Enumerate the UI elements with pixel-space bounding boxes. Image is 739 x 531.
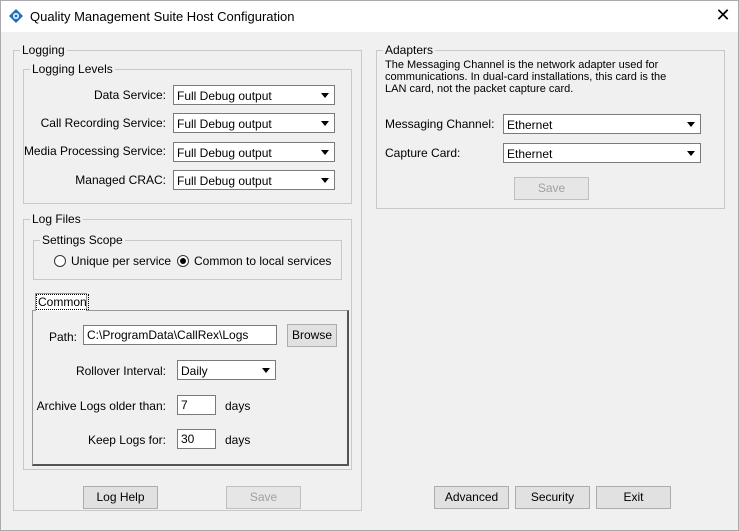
data-service-value: Full Debug output (177, 89, 272, 103)
log-files-label: Log Files (30, 212, 83, 226)
tab-common[interactable]: Common (35, 293, 89, 311)
chevron-down-icon[interactable] (316, 143, 334, 161)
capture-card-select[interactable]: Ethernet (503, 143, 701, 163)
unique-per-service-radio[interactable] (54, 255, 66, 267)
call-recording-value: Full Debug output (177, 117, 272, 131)
chevron-down-icon[interactable] (316, 86, 334, 104)
browse-button[interactable]: Browse (287, 324, 337, 347)
call-recording-label: Call Recording Service: (40, 116, 166, 130)
keep-logs-input[interactable]: 30 (177, 429, 216, 449)
keep-days-label: days (225, 433, 251, 447)
chevron-down-icon[interactable] (682, 144, 700, 162)
archive-days-label: days (225, 399, 251, 413)
chevron-down-icon[interactable] (257, 361, 275, 379)
adapters-group-label: Adapters (383, 43, 436, 57)
media-processing-value: Full Debug output (177, 146, 272, 160)
tab-common-label: Common (36, 294, 89, 310)
messaging-channel-label: Messaging Channel: (385, 117, 495, 131)
logging-group-label: Logging (20, 43, 67, 57)
adapters-description: The Messaging Channel is the network ada… (385, 59, 667, 95)
data-service-label: Data Service: (93, 88, 166, 102)
log-help-button[interactable]: Log Help (83, 486, 158, 509)
adapters-save-button[interactable]: Save (514, 177, 589, 200)
rollover-interval-value: Daily (181, 364, 208, 378)
managed-crac-value: Full Debug output (177, 174, 272, 188)
logging-save-button[interactable]: Save (226, 486, 301, 509)
capture-card-value: Ethernet (507, 147, 553, 161)
archive-logs-label: Archive Logs older than: (36, 399, 166, 413)
unique-per-service-label[interactable]: Unique per service (71, 254, 171, 268)
messaging-channel-value: Ethernet (507, 118, 553, 132)
security-button[interactable]: Security (515, 486, 590, 509)
managed-crac-select[interactable]: Full Debug output (173, 170, 335, 190)
logging-levels-label: Logging Levels (30, 62, 115, 76)
advanced-button[interactable]: Advanced (434, 486, 509, 509)
close-icon[interactable]: ✕ (712, 4, 734, 26)
call-recording-select[interactable]: Full Debug output (173, 113, 335, 133)
keep-logs-label: Keep Logs for: (87, 433, 166, 447)
archive-logs-input[interactable]: 7 (177, 395, 216, 415)
exit-button[interactable]: Exit (596, 486, 671, 509)
data-service-select[interactable]: Full Debug output (173, 85, 335, 105)
chevron-down-icon[interactable] (682, 115, 700, 133)
path-label: Path: (48, 330, 77, 344)
media-processing-label: Media Processing Service: (23, 144, 166, 158)
messaging-channel-select[interactable]: Ethernet (503, 114, 701, 134)
app-logo-icon (9, 9, 23, 23)
media-processing-select[interactable]: Full Debug output (173, 142, 335, 162)
path-input[interactable]: C:\ProgramData\CallRex\Logs (83, 325, 277, 345)
rollover-interval-select[interactable]: Daily (177, 360, 276, 380)
chevron-down-icon[interactable] (316, 171, 334, 189)
rollover-interval-label: Rollover Interval: (75, 364, 166, 378)
common-to-local-radio[interactable] (177, 255, 189, 267)
window-title: Quality Management Suite Host Configurat… (30, 9, 295, 24)
settings-scope-label: Settings Scope (40, 233, 125, 247)
managed-crac-label: Managed CRAC: (75, 173, 166, 187)
common-to-local-label[interactable]: Common to local services (194, 254, 331, 268)
capture-card-label: Capture Card: (385, 146, 461, 160)
chevron-down-icon[interactable] (316, 114, 334, 132)
